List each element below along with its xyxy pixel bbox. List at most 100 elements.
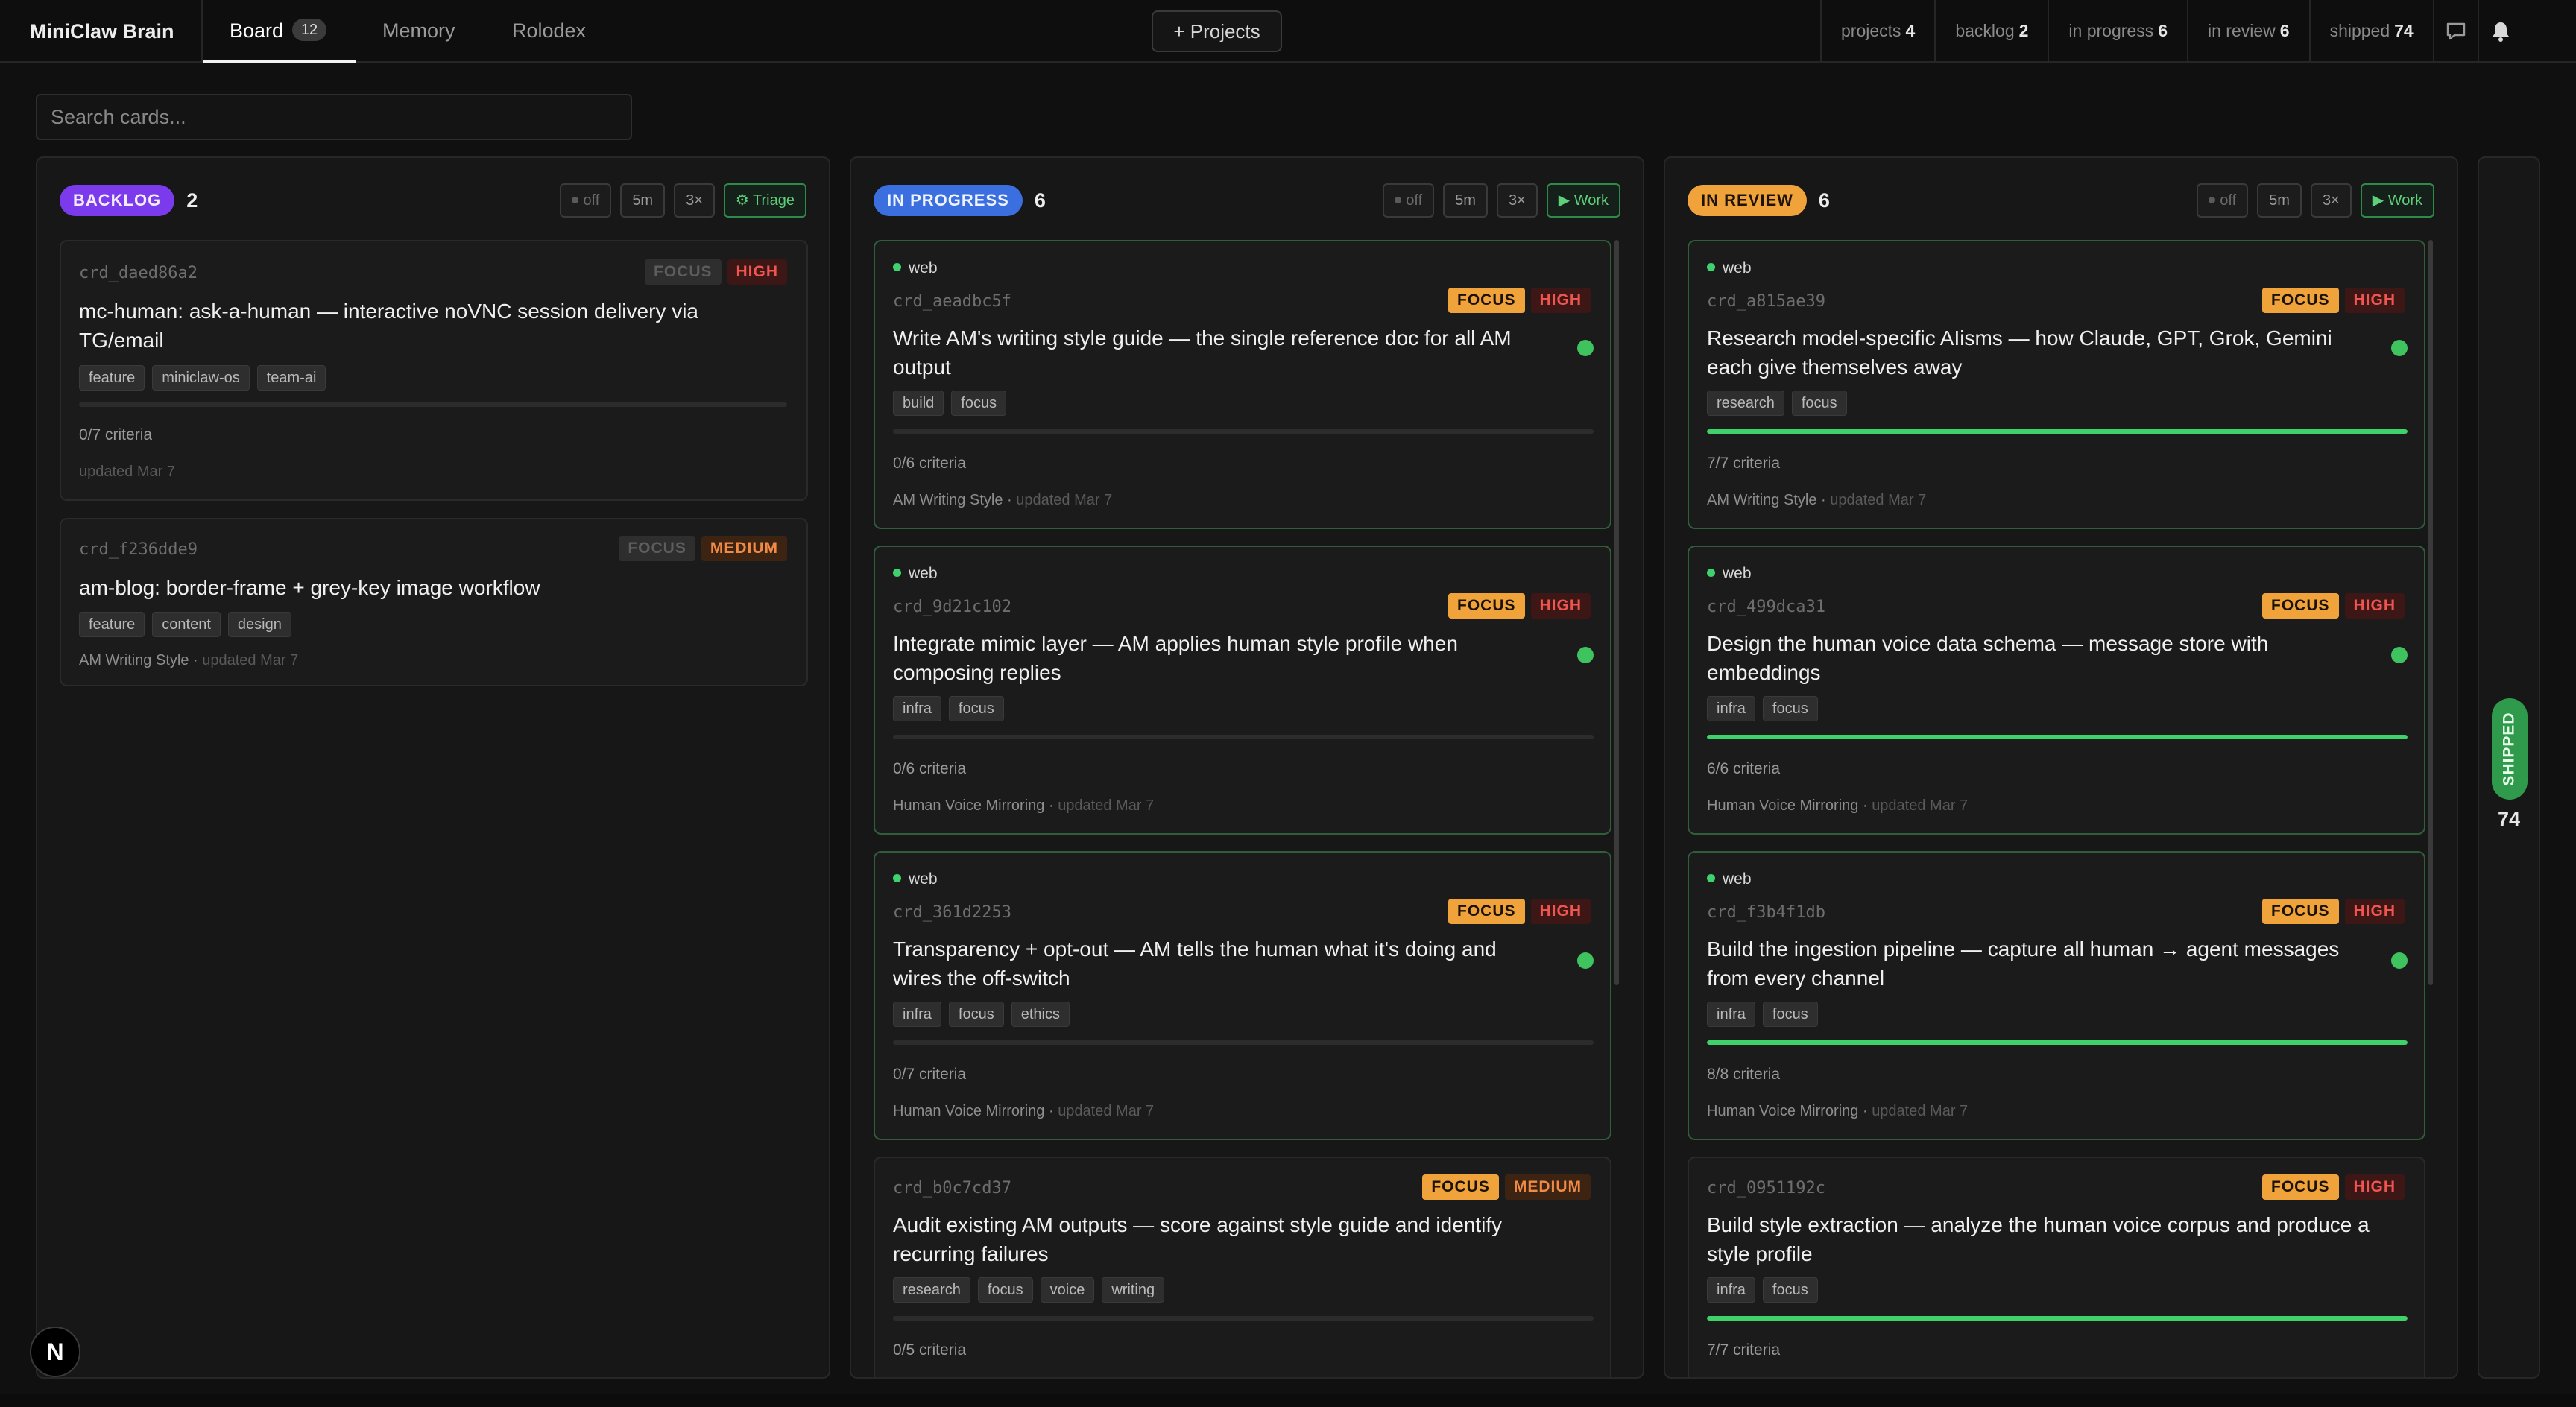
priority-badge: HIGH [1530,288,1591,313]
tag[interactable]: focus [1762,1277,1818,1303]
column-shipped-collapsed[interactable]: SHIPPED 74 [2478,156,2540,1379]
column-in-progress: IN PROGRESS 6 off 5m 3× ▶ Work web crd_a… [850,156,1644,1379]
tag[interactable]: research [1707,391,1784,416]
card[interactable]: web crd_a815ae39 FOCUS HIGH Research mod… [1688,240,2425,529]
stats-bar: projects 4 backlog 2 in progress 6 in revie… [1820,0,2522,63]
tag[interactable]: feature [79,365,145,391]
progress-bar [79,402,787,407]
tab-board[interactable]: Board 12 [230,0,327,63]
card-meta: AM Writing Style · updated Mar 7 [79,652,299,668]
tag[interactable]: ethics [1011,1002,1070,1027]
tag[interactable]: focus [948,696,1004,721]
app-brand: MiniClaw Brain [30,20,174,42]
tag[interactable]: focus [951,391,1007,416]
card[interactable]: crd_f236dde9 FOCUS MEDIUM am-blog: borde… [60,518,808,686]
chat-icon[interactable] [2432,0,2478,63]
stat-in-progress[interactable]: in progress 6 [2048,0,2187,63]
card-title: Audit existing AM outputs — score agains… [893,1213,1503,1265]
tag[interactable]: focus [1762,1002,1818,1027]
tag[interactable]: infra [893,1002,941,1027]
autorun-off-toggle[interactable]: off [1383,183,1435,218]
tag[interactable]: writing [1102,1277,1165,1303]
card[interactable]: web crd_aeadbc5f FOCUS HIGH Write AM's w… [874,240,1611,529]
tag[interactable]: miniclaw-os [152,365,250,391]
focus-badge: FOCUS [2262,899,2339,924]
tag[interactable]: focus [948,1002,1004,1027]
multiplier-button[interactable]: 3× [674,183,715,218]
card[interactable]: crd_daed86a2 FOCUS HIGH mc-human: ask-a-… [60,240,808,501]
live-status-dot [2391,952,2408,969]
tag[interactable]: infra [1707,1002,1755,1027]
card-title: am-blog: border-frame + grey-key image w… [79,576,540,599]
bell-icon[interactable] [2477,0,2522,63]
progress-bar [1707,429,2408,434]
card-meta: updated Mar 7 [79,464,175,480]
triage-button[interactable]: ⚙ Triage [723,183,806,218]
stat-projects[interactable]: projects 4 [1820,0,1934,63]
card[interactable]: web crd_361d2253 FOCUS HIGH Transparency… [874,851,1611,1140]
tag[interactable]: focus [1762,696,1818,721]
tag[interactable]: infra [1707,1277,1755,1303]
progress-bar [893,1316,1594,1321]
tag[interactable]: content [152,612,221,637]
live-status-dot [2391,647,2408,663]
card-id: crd_f236dde9 [79,540,198,559]
add-projects-button[interactable]: + Projects [1152,10,1282,52]
tag[interactable]: infra [1707,696,1755,721]
priority-badge: HIGH [2344,288,2405,313]
shipped-pill[interactable]: SHIPPED [2492,698,2528,800]
tag[interactable]: infra [893,696,941,721]
card-id: crd_499dca31 [1707,598,1825,616]
column-count: 2 [186,189,198,212]
stat-shipped[interactable]: shipped 74 [2308,0,2433,63]
tag[interactable]: research [893,1277,970,1303]
card[interactable]: crd_0951192c FOCUS HIGH Build style extr… [1688,1157,2425,1377]
column-title-pill: IN REVIEW [1688,185,1807,216]
interval-button[interactable]: 5m [620,183,666,218]
interval-button[interactable]: 5m [2257,183,2302,218]
stat-in-review[interactable]: in review 6 [2187,0,2309,63]
tab-memory[interactable]: Memory [382,0,455,63]
interval-button[interactable]: 5m [1443,183,1488,218]
card-id: crd_daed86a2 [79,264,198,282]
card-id: crd_f3b4f1db [1707,903,1825,922]
work-button[interactable]: ▶ Work [2360,183,2434,218]
tag[interactable]: build [893,391,944,416]
autorun-off-toggle[interactable]: off [560,183,612,218]
autorun-off-toggle[interactable]: off [2197,183,2249,218]
card-id: crd_0951192c [1707,1179,1825,1198]
search-cards-input[interactable] [36,94,632,140]
tag[interactable]: focus [977,1277,1033,1303]
card-title: Integrate mimic layer — AM applies human… [893,632,1458,684]
criteria-count: 0/7 criteria [893,1066,967,1083]
tag[interactable]: team-ai [256,365,326,391]
live-status-dot [1577,952,1594,969]
card[interactable]: web crd_f3b4f1db FOCUS HIGH Build the in… [1688,851,2425,1140]
card-meta: AM Writing Style · updated Mar 7 [893,492,1113,508]
tag[interactable]: voice [1040,1277,1095,1303]
card-title: Transparency + opt-out — AM tells the hu… [893,938,1497,990]
tag[interactable]: feature [79,612,145,637]
card[interactable]: web crd_9d21c102 FOCUS HIGH Integrate mi… [874,546,1611,835]
top-bar: MiniClaw Brain Board 12 Memory Rolodex + … [0,0,2576,63]
criteria-count: 8/8 criteria [1707,1066,1781,1083]
scrollbar[interactable] [2428,240,2433,985]
card[interactable]: crd_b0c7cd37 FOCUS MEDIUM Audit existing… [874,1157,1611,1377]
tag[interactable]: focus [1791,391,1847,416]
column-count: 6 [1818,189,1830,212]
card[interactable]: web crd_499dca31 FOCUS HIGH Design the h… [1688,546,2425,835]
multiplier-button[interactable]: 3× [2310,183,2352,218]
tag[interactable]: design [227,612,291,637]
card-title: Write AM's writing style guide — the sin… [893,326,1512,379]
priority-badge: HIGH [2344,1174,2405,1200]
progress-bar [893,1040,1594,1045]
scrollbar[interactable] [1614,240,1619,985]
card-meta: Human Voice Mirroring · updated Mar 7 [893,1103,1155,1119]
next-logo-icon[interactable]: N [30,1327,80,1377]
criteria-count: 7/7 criteria [1707,1341,1781,1359]
priority-badge: HIGH [2344,593,2405,619]
tab-rolodex[interactable]: Rolodex [512,0,586,63]
work-button[interactable]: ▶ Work [1546,183,1620,218]
stat-backlog[interactable]: backlog 2 [1934,0,2048,63]
multiplier-button[interactable]: 3× [1496,183,1538,218]
